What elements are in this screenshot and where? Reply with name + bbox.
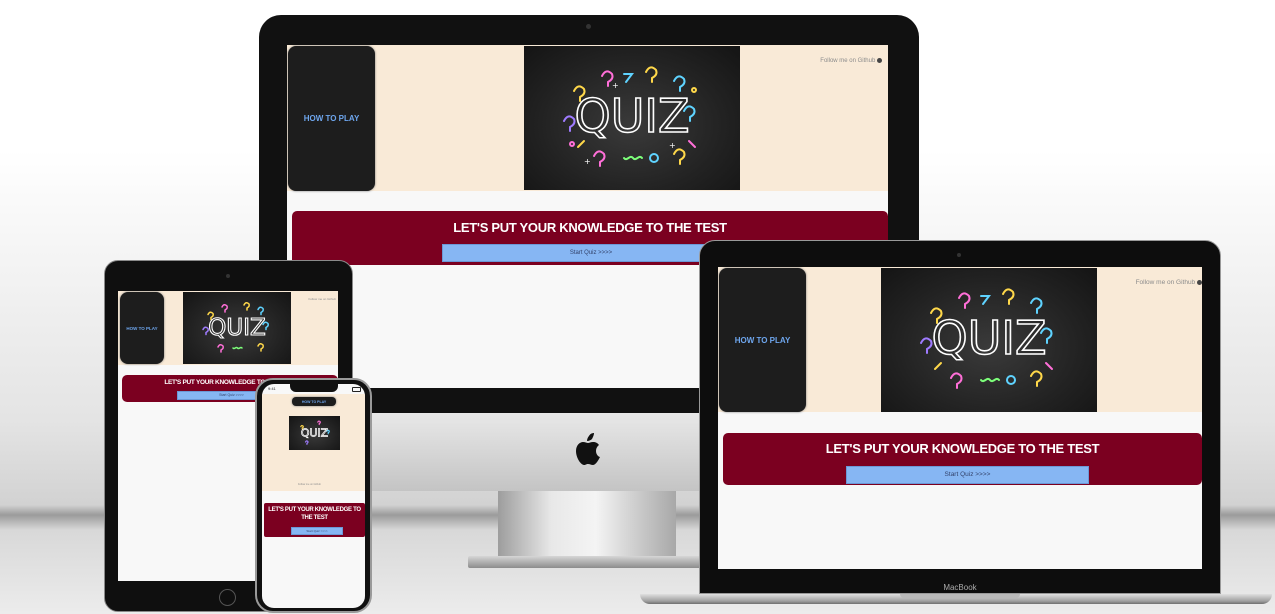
- github-link-label: Follow me on Github: [308, 297, 336, 301]
- quiz-image-text: QUIZ: [301, 426, 328, 439]
- how-to-play-label: HOW TO PLAY: [303, 114, 360, 123]
- imac-camera: [586, 24, 591, 29]
- macbook-label: MacBook: [943, 583, 977, 592]
- quiz-hero-image: QUIZ: [881, 268, 1097, 412]
- site-header: HOW TO PLAY: [718, 267, 1202, 412]
- how-to-play-label: HOW TO PLAY: [301, 399, 327, 404]
- quiz-image-text: QUIZ: [575, 89, 690, 143]
- github-icon: [877, 58, 882, 63]
- github-link-label: Follow me on Github: [298, 483, 321, 486]
- ipad-camera: [226, 274, 230, 278]
- quiz-image-text: QUIZ: [208, 315, 265, 341]
- site-header: HOW TO PLAY: [287, 45, 888, 191]
- quiz-image-text: QUIZ: [932, 311, 1047, 365]
- imac-stand-neck: [498, 488, 676, 560]
- battery-icon: [352, 387, 361, 392]
- site-header: HOW TO PLAY QUIZ Follow me on Github: [262, 394, 365, 491]
- start-quiz-button[interactable]: Start Quiz >>>>: [291, 527, 343, 535]
- quiz-hero-image: QUIZ: [289, 416, 340, 450]
- status-time: 9:41: [268, 386, 276, 391]
- github-icon: [1197, 279, 1202, 285]
- github-link-label: Follow me on Github: [1135, 279, 1196, 286]
- github-link[interactable]: Follow me on Github: [1136, 279, 1202, 286]
- github-link[interactable]: Follow me on Github: [820, 58, 882, 64]
- intro-title: LET'S PUT YOUR KNOWLEDGE TO THE TEST: [268, 507, 361, 521]
- intro-title: LET'S PUT YOUR KNOWLEDGE TO THE TEST: [453, 220, 727, 235]
- start-quiz-button[interactable]: Start Quiz >>>>: [846, 466, 1089, 484]
- how-to-play-label: HOW TO PLAY: [126, 325, 158, 331]
- how-to-play-button[interactable]: HOW TO PLAY: [288, 46, 375, 191]
- how-to-play-button[interactable]: HOW TO PLAY: [120, 292, 164, 364]
- intro-title: LET'S PUT YOUR KNOWLEDGE TO THE TEST: [825, 441, 1100, 456]
- how-to-play-label: HOW TO PLAY: [734, 335, 791, 345]
- iphone-notch: [290, 384, 338, 392]
- imac-stand-foot: [468, 556, 706, 568]
- ipad-home-button[interactable]: [219, 589, 236, 606]
- start-quiz-button[interactable]: Start Quiz >>>>: [442, 244, 740, 262]
- intro-banner: LET'S PUT YOUR KNOWLEDGE TO THE TEST Sta…: [264, 503, 365, 537]
- intro-banner: LET'S PUT YOUR KNOWLEDGE TO THE TEST Sta…: [723, 433, 1202, 485]
- how-to-play-button[interactable]: HOW TO PLAY: [292, 397, 336, 406]
- github-link[interactable]: Follow me on Github: [298, 483, 321, 486]
- site-header: HOW TO PLAY QUIZ Follow me on Github: [118, 291, 338, 365]
- how-to-play-button[interactable]: HOW TO PLAY: [719, 268, 806, 412]
- apple-logo-icon: [572, 430, 606, 470]
- github-link[interactable]: Follow me on Github: [308, 297, 336, 301]
- github-link-label: Follow me on Github: [820, 58, 876, 65]
- macbook-notch: [900, 594, 1020, 598]
- svg-text:+: +: [584, 157, 591, 166]
- quiz-hero-image: + + + QUIZ: [524, 46, 740, 190]
- macbook-camera: [957, 253, 961, 257]
- iphone-screen: 9:41 HOW TO PLAY QUIZ Follow me on Githu…: [262, 384, 365, 608]
- quiz-hero-image: QUIZ: [183, 292, 291, 364]
- macbook-screen: HOW TO PLAY QUIZ Follow me on Github LET…: [718, 267, 1202, 569]
